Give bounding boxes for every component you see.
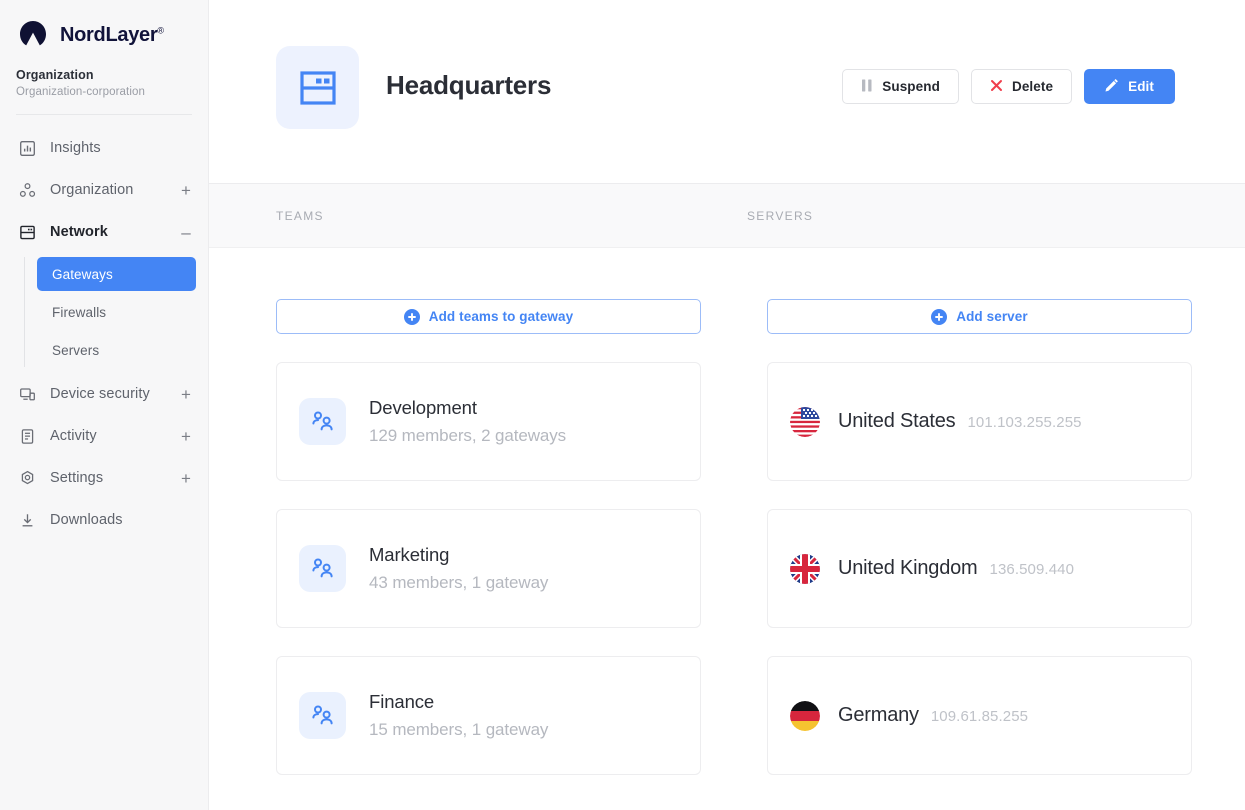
server-card-text: Germany 109.61.85.255 [838, 704, 1028, 727]
app-root: NordLayer® Organization Organization-cor… [0, 0, 1245, 810]
teams-column: Add teams to gateway Development 129 m [209, 299, 699, 775]
team-meta: 43 members, 1 gateway [369, 573, 548, 593]
sidebar-subitem-label: Servers [52, 343, 99, 358]
pencil-icon [1105, 78, 1119, 95]
team-name: Finance [369, 691, 548, 713]
sidebar-item-downloads[interactable]: Downloads [0, 499, 208, 541]
brand-name: NordLayer® [60, 24, 164, 47]
main-content: Headquarters Suspend [209, 0, 1245, 810]
server-ip: 136.509.440 [990, 561, 1075, 578]
sidebar-item-insights[interactable]: Insights [0, 127, 208, 169]
server-card[interactable]: Germany 109.61.85.255 [767, 656, 1192, 775]
sidebar-subitem-label: Firewalls [52, 305, 106, 320]
add-teams-to-gateway-button[interactable]: Add teams to gateway [276, 299, 701, 334]
server-card-text: United States 101.103.255.255 [838, 410, 1082, 433]
expander-icon[interactable]: + [180, 470, 192, 487]
board: Add teams to gateway Development 129 m [209, 248, 1245, 775]
organization-title: Organization [16, 68, 192, 82]
team-meta: 129 members, 2 gateways [369, 426, 566, 446]
server-ip: 109.61.85.255 [931, 708, 1028, 725]
server-ip: 101.103.255.255 [967, 414, 1081, 431]
sidebar-item-label: Device security [50, 386, 180, 402]
network-subnav: Gateways Firewalls Servers [0, 257, 208, 367]
collapse-icon[interactable]: – [180, 224, 192, 241]
sidebar-item-servers[interactable]: Servers [37, 333, 196, 367]
suspend-button[interactable]: Suspend [842, 69, 959, 104]
server-card[interactable]: United States 101.103.255.255 [767, 362, 1192, 481]
team-name: Marketing [369, 544, 548, 566]
sidebar-item-network[interactable]: Network – [0, 211, 208, 253]
settings-gear-icon [18, 469, 36, 487]
server-name: United States [838, 410, 955, 433]
sidebar-item-label: Downloads [50, 512, 180, 528]
uk-flag-icon [790, 554, 820, 584]
us-flag-icon [790, 407, 820, 437]
device-security-icon [18, 385, 36, 403]
page-title: Headquarters [386, 70, 842, 101]
team-members-icon [299, 398, 346, 445]
sidebar-item-label: Activity [50, 428, 180, 444]
sidebar-item-gateways[interactable]: Gateways [37, 257, 196, 291]
activity-document-icon [18, 427, 36, 445]
organization-network-icon [18, 181, 36, 199]
page-header: Headquarters Suspend [209, 0, 1245, 184]
expander-icon[interactable]: + [180, 182, 192, 199]
teams-column-header: TEAMS [209, 209, 679, 223]
sidebar-item-label: Organization [50, 182, 180, 198]
sidebar-item-device-security[interactable]: Device security + [0, 373, 208, 415]
team-members-icon [299, 545, 346, 592]
plus-circle-icon [931, 309, 947, 325]
sidebar-item-firewalls[interactable]: Firewalls [37, 295, 196, 329]
server-card-text: United Kingdom 136.509.440 [838, 557, 1074, 580]
de-flag-icon [790, 701, 820, 731]
add-server-label: Add server [956, 309, 1028, 324]
sidebar: NordLayer® Organization Organization-cor… [0, 0, 209, 810]
add-server-button[interactable]: Add server [767, 299, 1192, 334]
pause-icon [861, 79, 873, 95]
organization-block[interactable]: Organization Organization-corporation [0, 52, 208, 98]
sidebar-item-organization[interactable]: Organization + [0, 169, 208, 211]
sidebar-item-label: Settings [50, 470, 180, 486]
edit-button-label: Edit [1128, 79, 1154, 94]
close-x-icon [990, 79, 1003, 95]
expander-icon[interactable]: + [180, 428, 192, 445]
team-card-text: Development 129 members, 2 gateways [369, 397, 566, 446]
sidebar-item-settings[interactable]: Settings + [0, 457, 208, 499]
team-card[interactable]: Development 129 members, 2 gateways [276, 362, 701, 481]
server-name: Germany [838, 704, 919, 727]
suspend-button-label: Suspend [882, 79, 940, 94]
edit-button[interactable]: Edit [1084, 69, 1175, 104]
sidebar-nav: Insights Organization + [0, 115, 208, 541]
team-name: Development [369, 397, 566, 419]
server-name: United Kingdom [838, 557, 978, 580]
sidebar-subitem-label: Gateways [52, 267, 113, 282]
brand-logo[interactable]: NordLayer® [0, 0, 208, 52]
network-server-icon [18, 223, 36, 241]
insights-chart-icon [18, 139, 36, 157]
expander-icon[interactable]: + [180, 386, 192, 403]
sidebar-item-label: Network [50, 224, 180, 240]
team-card[interactable]: Finance 15 members, 1 gateway [276, 656, 701, 775]
team-meta: 15 members, 1 gateway [369, 720, 548, 740]
header-actions: Suspend Delete [842, 69, 1175, 104]
sidebar-item-activity[interactable]: Activity + [0, 415, 208, 457]
server-card[interactable]: United Kingdom 136.509.440 [767, 509, 1192, 628]
team-card-text: Marketing 43 members, 1 gateway [369, 544, 548, 593]
plus-circle-icon [404, 309, 420, 325]
column-headers: TEAMS SERVERS [209, 184, 1245, 248]
servers-column: Add server [699, 299, 1189, 775]
downloads-icon [18, 511, 36, 529]
team-card-text: Finance 15 members, 1 gateway [369, 691, 548, 740]
sidebar-item-label: Insights [50, 140, 180, 156]
add-teams-label: Add teams to gateway [429, 309, 574, 324]
team-members-icon [299, 692, 346, 739]
delete-button[interactable]: Delete [971, 69, 1072, 104]
team-card[interactable]: Marketing 43 members, 1 gateway [276, 509, 701, 628]
nordlayer-logo-icon [16, 18, 50, 52]
gateway-server-icon [276, 46, 359, 129]
delete-button-label: Delete [1012, 79, 1053, 94]
organization-subtitle: Organization-corporation [16, 86, 192, 98]
servers-column-header: SERVERS [679, 209, 813, 223]
